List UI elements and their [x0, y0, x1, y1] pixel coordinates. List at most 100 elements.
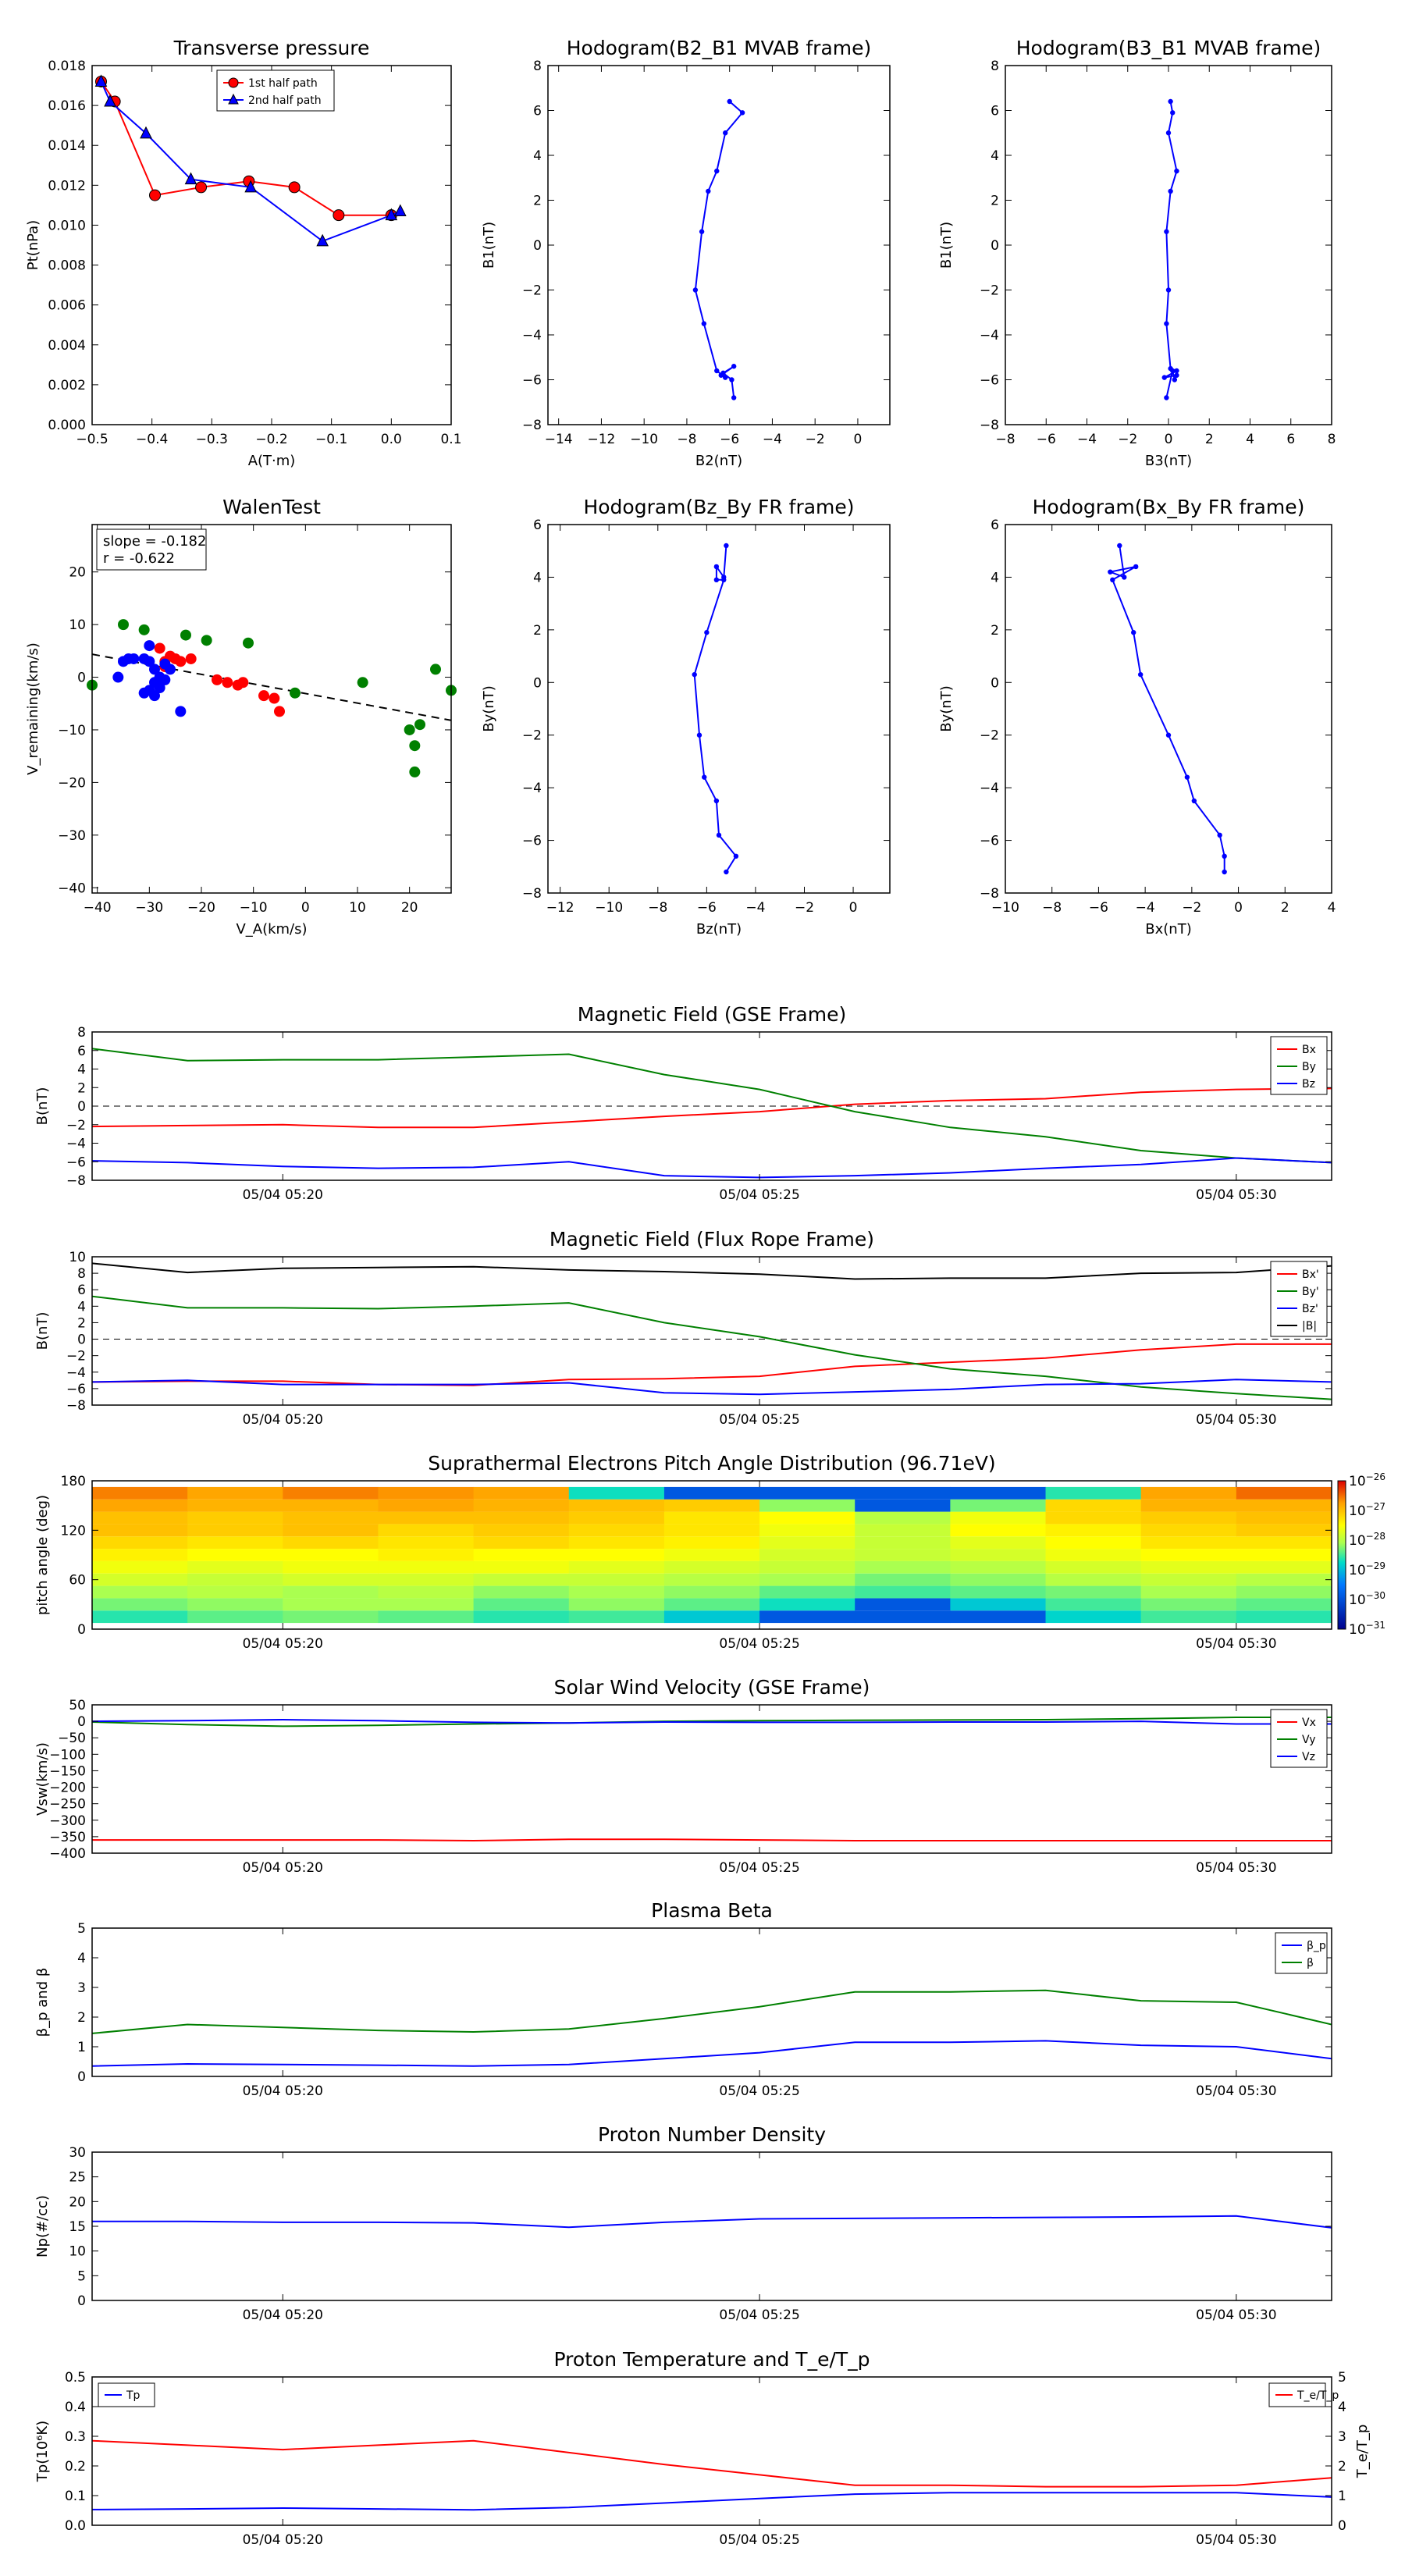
colorbar-tick-exponent: −28: [1366, 1531, 1385, 1542]
x-tick-label: −0.5: [76, 432, 108, 447]
y-tick-label: 0.5: [65, 2370, 86, 2386]
heatmap-cell: [1045, 1549, 1142, 1561]
x-tick-label: 05/04 05:20: [243, 1412, 323, 1428]
data-point: [692, 671, 697, 678]
data-point: [1165, 130, 1172, 136]
x-tick-label: 05/04 05:20: [243, 1636, 323, 1652]
data-point: [699, 229, 705, 234]
data-point: [1222, 869, 1227, 875]
heatmap-cell: [663, 1598, 760, 1611]
x-tick-label: 0.0: [381, 432, 402, 447]
y-tick-label: 0.1: [65, 2489, 86, 2504]
heatmap-cell: [950, 1499, 1047, 1512]
y-tick-label: −4: [522, 328, 542, 343]
y-tick-label: 0.2: [65, 2459, 86, 2475]
data-point: [706, 188, 711, 194]
y-tick-label: −6: [980, 834, 999, 849]
heatmap-cell: [855, 1549, 951, 1561]
data-point: [149, 690, 160, 702]
x-tick-label: 10: [349, 900, 366, 916]
heatmap-cell: [855, 1598, 951, 1611]
heatmap-cell: [950, 1610, 1047, 1624]
data-point: [394, 204, 407, 217]
heatmap-cell: [1045, 1511, 1142, 1525]
y-tick-label: 6: [533, 518, 542, 533]
y-tick-label: 0.014: [48, 138, 86, 154]
panel-title: Transverse pressure: [173, 37, 370, 59]
heatmap-cell: [855, 1524, 951, 1537]
x-tick-label: 0: [854, 432, 863, 447]
heatmap-cell: [283, 1499, 379, 1512]
heatmap-cell: [1045, 1524, 1142, 1537]
x-tick-label: −10: [240, 900, 268, 916]
x-tick-label: 6: [1286, 432, 1295, 447]
x-tick-label: 05/04 05:20: [243, 2307, 323, 2323]
data-point: [212, 674, 222, 685]
y-tick-label: 0: [77, 1714, 86, 1730]
heatmap-cell: [283, 1486, 379, 1500]
data-point: [1108, 569, 1113, 575]
y-tick-label: −2: [522, 728, 542, 744]
y-tick-label: 10: [69, 2244, 86, 2260]
legend-label: Bx': [1302, 1268, 1319, 1281]
data-point: [243, 637, 254, 649]
panel-8: [91, 1480, 1346, 1630]
y2-tick-label: 5: [1338, 2370, 1346, 2386]
heatmap-cell: [187, 1549, 283, 1561]
heatmap-cell: [1236, 1573, 1332, 1586]
heatmap-cell: [1140, 1524, 1237, 1537]
data-point: [1164, 395, 1169, 400]
x-tick-label: 05/04 05:25: [719, 1187, 799, 1203]
data-point: [704, 630, 710, 635]
heatmap-cell: [283, 1598, 379, 1611]
y-tick-label: −8: [522, 886, 542, 902]
y-tick-label: 4: [77, 1299, 86, 1315]
colorbar-tick-label: 10−28: [1349, 1531, 1385, 1549]
heatmap-cell: [92, 1536, 188, 1550]
y-tick-label: −6: [522, 373, 542, 389]
heatmap-cell: [759, 1536, 855, 1550]
x-tick-label: −8: [1042, 900, 1062, 916]
heatmap-cell: [1045, 1573, 1142, 1586]
data-point: [138, 687, 150, 699]
data-point: [140, 126, 152, 139]
series-line-1: [92, 1989, 1332, 2034]
data-point: [159, 674, 171, 685]
heatmap-cell: [187, 1610, 283, 1624]
data-point: [729, 377, 735, 382]
heatmap-cell: [568, 1610, 665, 1624]
panel-2: [1005, 65, 1332, 425]
y-axis-label: By(nT): [481, 685, 497, 731]
y-axis-label: V_remaining(km/s): [25, 642, 41, 775]
heatmap-cell: [855, 1585, 951, 1599]
y-tick-label: 0: [77, 1332, 86, 1348]
heatmap-cell: [1140, 1536, 1237, 1550]
series-line-0: [1164, 101, 1179, 398]
y-tick-label: 4: [77, 1951, 86, 1966]
data-point: [727, 98, 732, 105]
data-point: [731, 395, 737, 400]
panel-7: [91, 1256, 1332, 1406]
x-tick-label: 0: [1234, 900, 1243, 916]
x-tick-label: −4: [1136, 900, 1155, 916]
heatmap-cell: [473, 1536, 570, 1550]
data-point: [118, 619, 129, 631]
data-point: [237, 677, 249, 688]
heatmap-cell: [1140, 1499, 1237, 1512]
data-point: [201, 635, 212, 646]
heatmap-cell: [759, 1524, 855, 1537]
y-tick-label: −6: [66, 1155, 86, 1170]
heatmap-cell: [1236, 1549, 1332, 1561]
plot-frame: [1005, 524, 1332, 894]
y-tick-label: 25: [69, 2170, 86, 2186]
y-tick-label: 0.4: [65, 2400, 86, 2415]
data-point: [1170, 368, 1176, 374]
y-tick-label: 0: [533, 238, 542, 254]
data-point: [154, 642, 165, 654]
heatmap-cell: [950, 1585, 1047, 1599]
data-point: [128, 653, 140, 664]
heatmap-cell: [568, 1549, 665, 1561]
legend-label: 2nd half path: [248, 94, 322, 107]
data-point: [723, 375, 728, 380]
heatmap-cell: [187, 1499, 283, 1512]
